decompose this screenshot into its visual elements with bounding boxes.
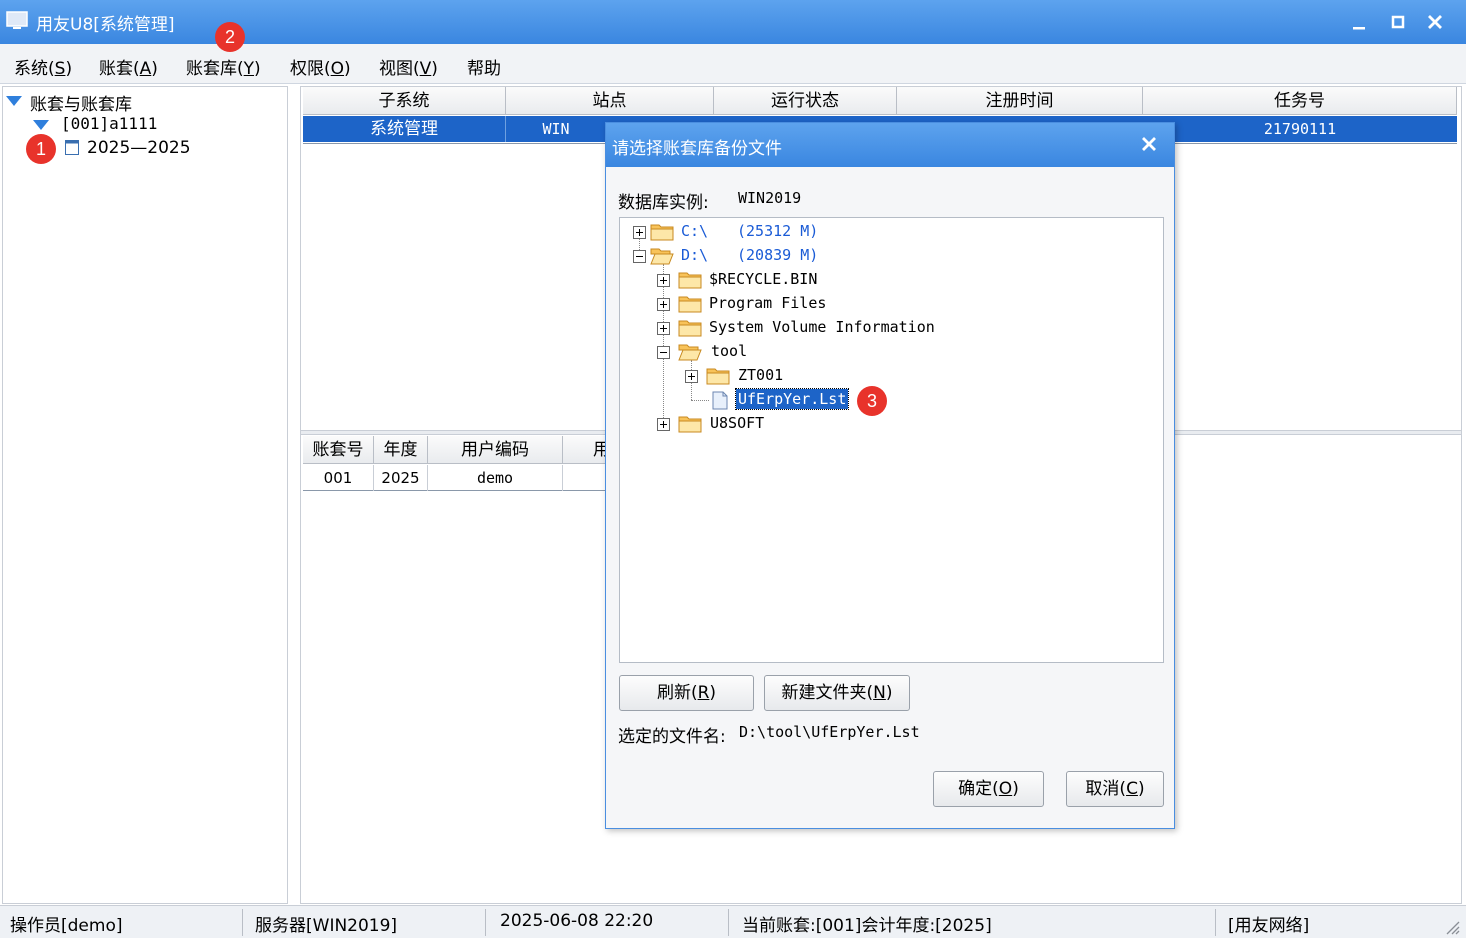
expand-plus-icon[interactable] <box>685 370 698 383</box>
close-icon <box>1428 15 1442 29</box>
instance-value: WIN2019 <box>738 189 802 207</box>
expand-plus-icon[interactable] <box>633 226 646 239</box>
window-title: 用友U8[系统管理] <box>36 15 175 35</box>
resize-grip-icon[interactable] <box>1444 919 1460 935</box>
expand-plus-icon[interactable] <box>657 274 670 287</box>
cell-user-code: demo <box>428 465 563 491</box>
cell-site: WIN <box>542 120 570 138</box>
tree-node-u8soft[interactable]: U8SOFT <box>710 414 764 432</box>
status-divider <box>242 909 243 936</box>
tree-node-d-size: (20839 M) <box>737 246 819 264</box>
col-header-site[interactable]: 站点 <box>506 87 714 115</box>
tree-line <box>691 400 709 401</box>
cell-task-id: 21790111 <box>1263 120 1337 138</box>
collapse-minus-icon[interactable] <box>657 346 670 359</box>
selected-file-value: D:\tool\UfErpYer.Lst <box>739 723 920 741</box>
status-divider <box>1215 909 1216 936</box>
collapse-minus-icon[interactable] <box>633 250 646 263</box>
folder-tree[interactable]: C:\ (25312 M) D:\ (20839 M) $RECYCLE.BIN… <box>619 217 1164 663</box>
menu-account-library[interactable]: 账套库(Y) <box>186 54 261 79</box>
menu-account[interactable]: 账套(A) <box>99 54 158 79</box>
status-divider <box>485 909 486 936</box>
cell-year: 2025 <box>374 465 428 491</box>
tree-node-c-drive[interactable]: C:\ <box>681 222 708 240</box>
backup-file-dialog: 请选择账套库备份文件 数据库实例: WIN2019 C:\ (25312 M) … <box>605 122 1175 829</box>
cell-subsystem: 系统管理 <box>303 116 506 142</box>
folder-icon <box>678 272 702 289</box>
account-tree-pane: 账套与账套库 [001]a1111 2025—2025 <box>2 86 288 904</box>
status-divider <box>728 909 729 936</box>
minimize-button[interactable] <box>1345 8 1373 36</box>
table-row[interactable]: 001 2025 demo <box>303 465 613 491</box>
cell-account-no: 001 <box>303 465 374 491</box>
col-header-user-code[interactable]: 用户编码 <box>428 436 563 464</box>
tree-node-selected-file[interactable]: UfErpYer.Lst <box>734 388 850 410</box>
folder-icon <box>706 368 730 385</box>
tree-line <box>663 264 664 426</box>
menu-bar: 系统(S) 账套(A) 账套库(Y) 权限(O) 视图(V) 帮助 <box>0 44 1466 84</box>
folder-icon <box>678 416 702 433</box>
annotation-badge-2: 2 <box>215 22 245 52</box>
tree-root[interactable]: 账套与账套库 <box>30 90 132 115</box>
annotation-badge-3: 3 <box>857 386 887 416</box>
status-bar: 操作员[demo] 服务器[WIN2019] 2025-06-08 22:20 … <box>0 905 1466 938</box>
col-header-account-no[interactable]: 账套号 <box>303 436 374 464</box>
annotation-badge-1: 1 <box>26 134 56 164</box>
open-folder-icon <box>650 248 674 265</box>
calendar-icon <box>65 140 79 155</box>
expand-plus-icon[interactable] <box>657 298 670 311</box>
menu-system[interactable]: 系统(S) <box>14 54 72 79</box>
new-folder-button[interactable]: 新建文件夹(N) <box>764 675 910 711</box>
status-datetime: 2025-06-08 22:20 <box>500 911 654 931</box>
app-monitor-icon <box>6 11 28 29</box>
dialog-title: 请选择账套库备份文件 <box>612 139 782 159</box>
col-header-register-time[interactable]: 注册时间 <box>897 87 1143 115</box>
col-header-task-id[interactable]: 任务号 <box>1143 87 1457 115</box>
expand-plus-icon[interactable] <box>657 418 670 431</box>
expand-plus-icon[interactable] <box>657 322 670 335</box>
col-header-subsystem[interactable]: 子系统 <box>303 87 506 115</box>
tree-node-recycle-bin[interactable]: $RECYCLE.BIN <box>709 270 817 288</box>
expand-arrow-icon[interactable] <box>6 96 22 106</box>
dialog-close-icon[interactable] <box>1138 133 1160 155</box>
tree-node-system-volume[interactable]: System Volume Information <box>709 318 935 336</box>
tree-year-node[interactable]: 2025—2025 <box>87 138 191 158</box>
maximize-icon <box>1391 15 1405 29</box>
folder-icon <box>678 296 702 313</box>
instance-label: 数据库实例: <box>618 193 709 213</box>
cancel-button[interactable]: 取消(C) <box>1066 771 1164 807</box>
tree-node-d-drive[interactable]: D:\ <box>681 246 708 264</box>
maximize-button[interactable] <box>1384 8 1412 36</box>
ok-button[interactable]: 确定(O) <box>933 771 1044 807</box>
refresh-button[interactable]: 刷新(R) <box>619 675 754 711</box>
status-network: [用友网络] <box>1228 916 1310 936</box>
tree-node-zt001[interactable]: ZT001 <box>738 366 783 384</box>
open-folder-icon <box>678 344 702 361</box>
menu-permission[interactable]: 权限(O) <box>290 54 351 79</box>
dialog-title-bar: 请选择账套库备份文件 <box>606 123 1174 167</box>
menu-help[interactable]: 帮助 <box>467 54 501 79</box>
menu-view[interactable]: 视图(V) <box>379 54 438 79</box>
status-server: 服务器[WIN2019] <box>255 916 398 936</box>
tree-account-node[interactable]: [001]a1111 <box>61 114 157 133</box>
status-current-account: 当前账套:[001]会计年度:[2025] <box>742 916 992 936</box>
selected-file-label: 选定的文件名: <box>618 727 726 747</box>
file-icon <box>712 391 728 410</box>
col-header-year[interactable]: 年度 <box>374 436 428 464</box>
close-button[interactable] <box>1421 8 1449 36</box>
folder-icon <box>678 320 702 337</box>
tree-node-program-files[interactable]: Program Files <box>709 294 826 312</box>
col-header-status[interactable]: 运行状态 <box>714 87 897 115</box>
expand-arrow-icon[interactable] <box>33 120 49 130</box>
status-operator: 操作员[demo] <box>10 916 123 936</box>
minimize-icon <box>1353 27 1365 30</box>
tree-node-c-size: (25312 M) <box>737 222 819 240</box>
tree-node-tool[interactable]: tool <box>711 342 747 360</box>
folder-icon <box>650 224 674 241</box>
